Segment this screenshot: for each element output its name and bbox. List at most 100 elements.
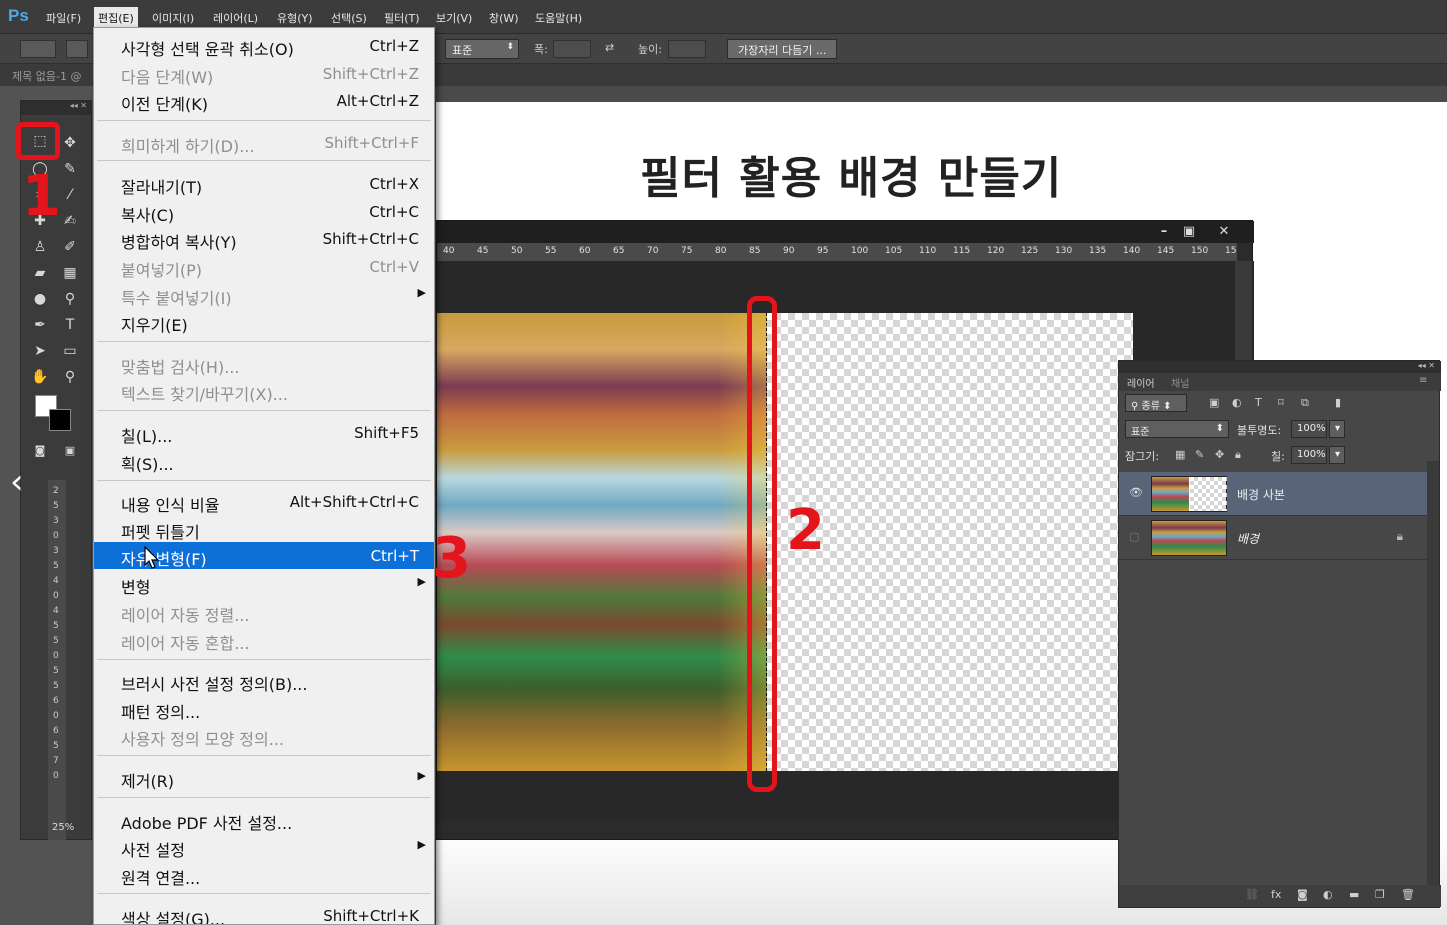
menu-separator xyxy=(97,341,431,342)
edit-menu-item[interactable]: 퍼펫 뒤틀기 xyxy=(94,515,434,542)
menu-select[interactable]: 선택(S) xyxy=(331,10,367,26)
move-tool-icon[interactable]: ✥ xyxy=(59,133,81,153)
shape-tool-icon[interactable]: ▭ xyxy=(59,341,81,361)
layer-row[interactable]: ▢ 배경 🔒︎ xyxy=(1119,516,1427,560)
menu-image[interactable]: 이미지(I) xyxy=(152,10,194,26)
menu-item-shortcut: Ctrl+X xyxy=(369,175,419,193)
edit-menu-item[interactable]: 지우기(E) xyxy=(94,308,434,335)
edit-menu-item[interactable]: 획(S)... xyxy=(94,447,434,474)
edit-menu-item[interactable]: 이전 단계(K) Alt+Ctrl+Z xyxy=(94,87,434,114)
menu-view[interactable]: 보기(V) xyxy=(436,10,472,26)
menu-edit[interactable]: 편집(E) xyxy=(94,7,138,29)
edit-menu-item[interactable]: 사전 설정 ▶ xyxy=(94,833,434,860)
type-tool-icon[interactable]: T xyxy=(59,315,81,335)
background-color-swatch[interactable] xyxy=(49,409,71,431)
lock-all-icon[interactable]: 🔒︎ xyxy=(1235,448,1241,462)
edit-menu-item[interactable]: 잘라내기(T) Ctrl+X xyxy=(94,170,434,197)
edit-menu-item[interactable]: 원격 연결... xyxy=(94,861,434,888)
width-input[interactable] xyxy=(553,40,591,58)
eyedropper-tool-icon[interactable]: ⁄ xyxy=(59,185,81,205)
lock-image-icon[interactable]: ✎ xyxy=(1195,448,1204,461)
blend-mode-select[interactable]: 표준 ⬍ xyxy=(1125,420,1229,438)
menu-help[interactable]: 도움말(H) xyxy=(535,10,582,26)
fill-input[interactable]: 100% xyxy=(1291,446,1327,464)
edit-menu-item[interactable]: 내용 인식 비율 Alt+Shift+Ctrl+C xyxy=(94,488,434,515)
eye-icon[interactable]: 👁︎ xyxy=(1129,486,1143,499)
eraser-tool-icon[interactable]: ▰ xyxy=(29,263,51,283)
blur-tool-icon[interactable]: ● xyxy=(29,289,51,309)
gradient-tool-icon[interactable]: ▦ xyxy=(59,263,81,283)
fill-dropdown[interactable]: ▾ xyxy=(1329,446,1345,464)
dodge-tool-icon[interactable]: ⚲ xyxy=(59,289,81,309)
marquee-preset-picker[interactable] xyxy=(20,40,56,58)
new-layer-icon[interactable]: ❐ xyxy=(1375,888,1385,901)
menu-filter[interactable]: 필터(T) xyxy=(384,10,420,26)
new-group-icon[interactable]: ▬ xyxy=(1349,888,1359,901)
edit-menu-item[interactable]: 브러시 사전 설정 정의(B)... xyxy=(94,667,434,694)
pen-tool-icon[interactable]: ✒ xyxy=(29,315,51,335)
new-selection-mode[interactable] xyxy=(66,40,88,58)
delete-layer-icon[interactable]: 🗑︎ xyxy=(1401,888,1415,901)
brush-tool-icon[interactable]: ✍ xyxy=(59,211,81,231)
path-selection-tool-icon[interactable]: ➤ xyxy=(29,341,51,361)
link-layers-icon[interactable]: ⛓ xyxy=(1245,888,1259,901)
tab-channels[interactable]: 채널 xyxy=(1171,375,1189,390)
menu-window[interactable]: 창(W) xyxy=(489,10,519,26)
screen-mode-icon[interactable]: ▣ xyxy=(59,441,81,461)
menu-item-label: 텍스트 찾기/바꾸기(X)... xyxy=(121,385,288,404)
zoom-tool-icon[interactable]: ⚲ xyxy=(59,367,81,387)
menu-layer[interactable]: 레이어(L) xyxy=(213,10,258,26)
quick-selection-tool-icon[interactable]: ✎ xyxy=(59,159,81,179)
menu-file[interactable]: 파일(F) xyxy=(46,10,81,26)
edit-menu-item[interactable]: 색상 설정(G)... Shift+Ctrl+K xyxy=(94,902,434,924)
opacity-dropdown[interactable]: ▾ xyxy=(1329,420,1345,438)
filter-adjustment-icon[interactable]: ◐ xyxy=(1232,396,1242,409)
style-select[interactable]: 표준 ⬍ xyxy=(445,39,519,59)
edit-menu-item[interactable]: 제거(R) ▶ xyxy=(94,764,434,791)
history-brush-tool-icon[interactable]: ✐ xyxy=(59,237,81,257)
layer-mask-icon[interactable]: ◙ xyxy=(1297,888,1308,901)
filter-type-icon[interactable]: T xyxy=(1255,396,1262,409)
layer-row[interactable]: 👁︎ 배경 사본 xyxy=(1119,472,1427,516)
back-chevron-icon[interactable]: ‹ xyxy=(10,462,24,502)
lock-transparent-icon[interactable]: ▦ xyxy=(1175,448,1185,461)
height-input[interactable] xyxy=(668,40,706,58)
hand-tool-icon[interactable]: ✋ xyxy=(29,367,51,387)
refine-edge-button[interactable]: 가장자리 다듬기 ... xyxy=(727,39,838,59)
edit-menu-item[interactable]: 복사(C) Ctrl+C xyxy=(94,198,434,225)
zoom-level[interactable]: 25% xyxy=(52,822,74,833)
layer-style-icon[interactable]: fx xyxy=(1271,888,1281,901)
swap-icon[interactable]: ⇄ xyxy=(605,41,614,54)
edit-menu-item[interactable]: 병합하여 복사(Y) Shift+Ctrl+C xyxy=(94,225,434,252)
lock-position-icon[interactable]: ✥ xyxy=(1215,448,1224,461)
edit-menu-item[interactable]: Adobe PDF 사전 설정... xyxy=(94,806,434,833)
quick-mask-icon[interactable]: ◙ xyxy=(29,441,51,461)
edit-menu-item[interactable]: 칠(L)... Shift+F5 xyxy=(94,419,434,446)
filter-toggle-icon[interactable]: ▮ xyxy=(1335,396,1341,409)
edit-menu-item[interactable]: 패턴 정의... xyxy=(94,695,434,722)
opacity-input[interactable]: 100% xyxy=(1291,420,1327,438)
top-ruler xyxy=(436,86,1447,102)
edit-menu-item[interactable]: 사각형 선택 윤곽 취소(O) Ctrl+Z xyxy=(94,32,434,59)
adjustment-layer-icon[interactable]: ◐ xyxy=(1323,888,1333,901)
menu-item-label: Adobe PDF 사전 설정... xyxy=(121,814,293,833)
layers-scrollbar[interactable] xyxy=(1427,461,1439,885)
tab-layers[interactable]: 레이어 xyxy=(1127,375,1155,390)
document-tab[interactable]: 제목 없음-1 @ xyxy=(12,68,81,84)
panel-menu-icon[interactable]: ≡ xyxy=(1419,375,1427,386)
layer-name: 배경 사본 xyxy=(1237,488,1285,502)
toolbox-collapse[interactable]: ◂◂ ✕ xyxy=(21,101,91,115)
layer-filter-select[interactable]: ⚲ 종류 ⬍ xyxy=(1125,394,1187,412)
visibility-toggle-empty[interactable]: ▢ xyxy=(1129,530,1139,543)
menu-type[interactable]: 유형(Y) xyxy=(277,10,313,26)
width-label: 폭: xyxy=(534,43,548,56)
filter-shape-icon[interactable]: ⌑ xyxy=(1278,396,1284,409)
layers-panel-collapse[interactable]: ◂◂ ✕ xyxy=(1119,361,1441,373)
edit-menu-item: 맞춤법 검사(H)... xyxy=(94,350,434,377)
edit-menu-item[interactable]: 변형 ▶ xyxy=(94,570,434,597)
maximize-icon[interactable]: ▣ xyxy=(1174,223,1204,241)
close-icon[interactable]: ✕ xyxy=(1209,223,1239,241)
filter-pixel-icon[interactable]: ▣ xyxy=(1209,396,1219,409)
clone-stamp-tool-icon[interactable]: ♙ xyxy=(29,237,51,257)
filter-smart-object-icon[interactable]: ⧉ xyxy=(1301,396,1309,410)
